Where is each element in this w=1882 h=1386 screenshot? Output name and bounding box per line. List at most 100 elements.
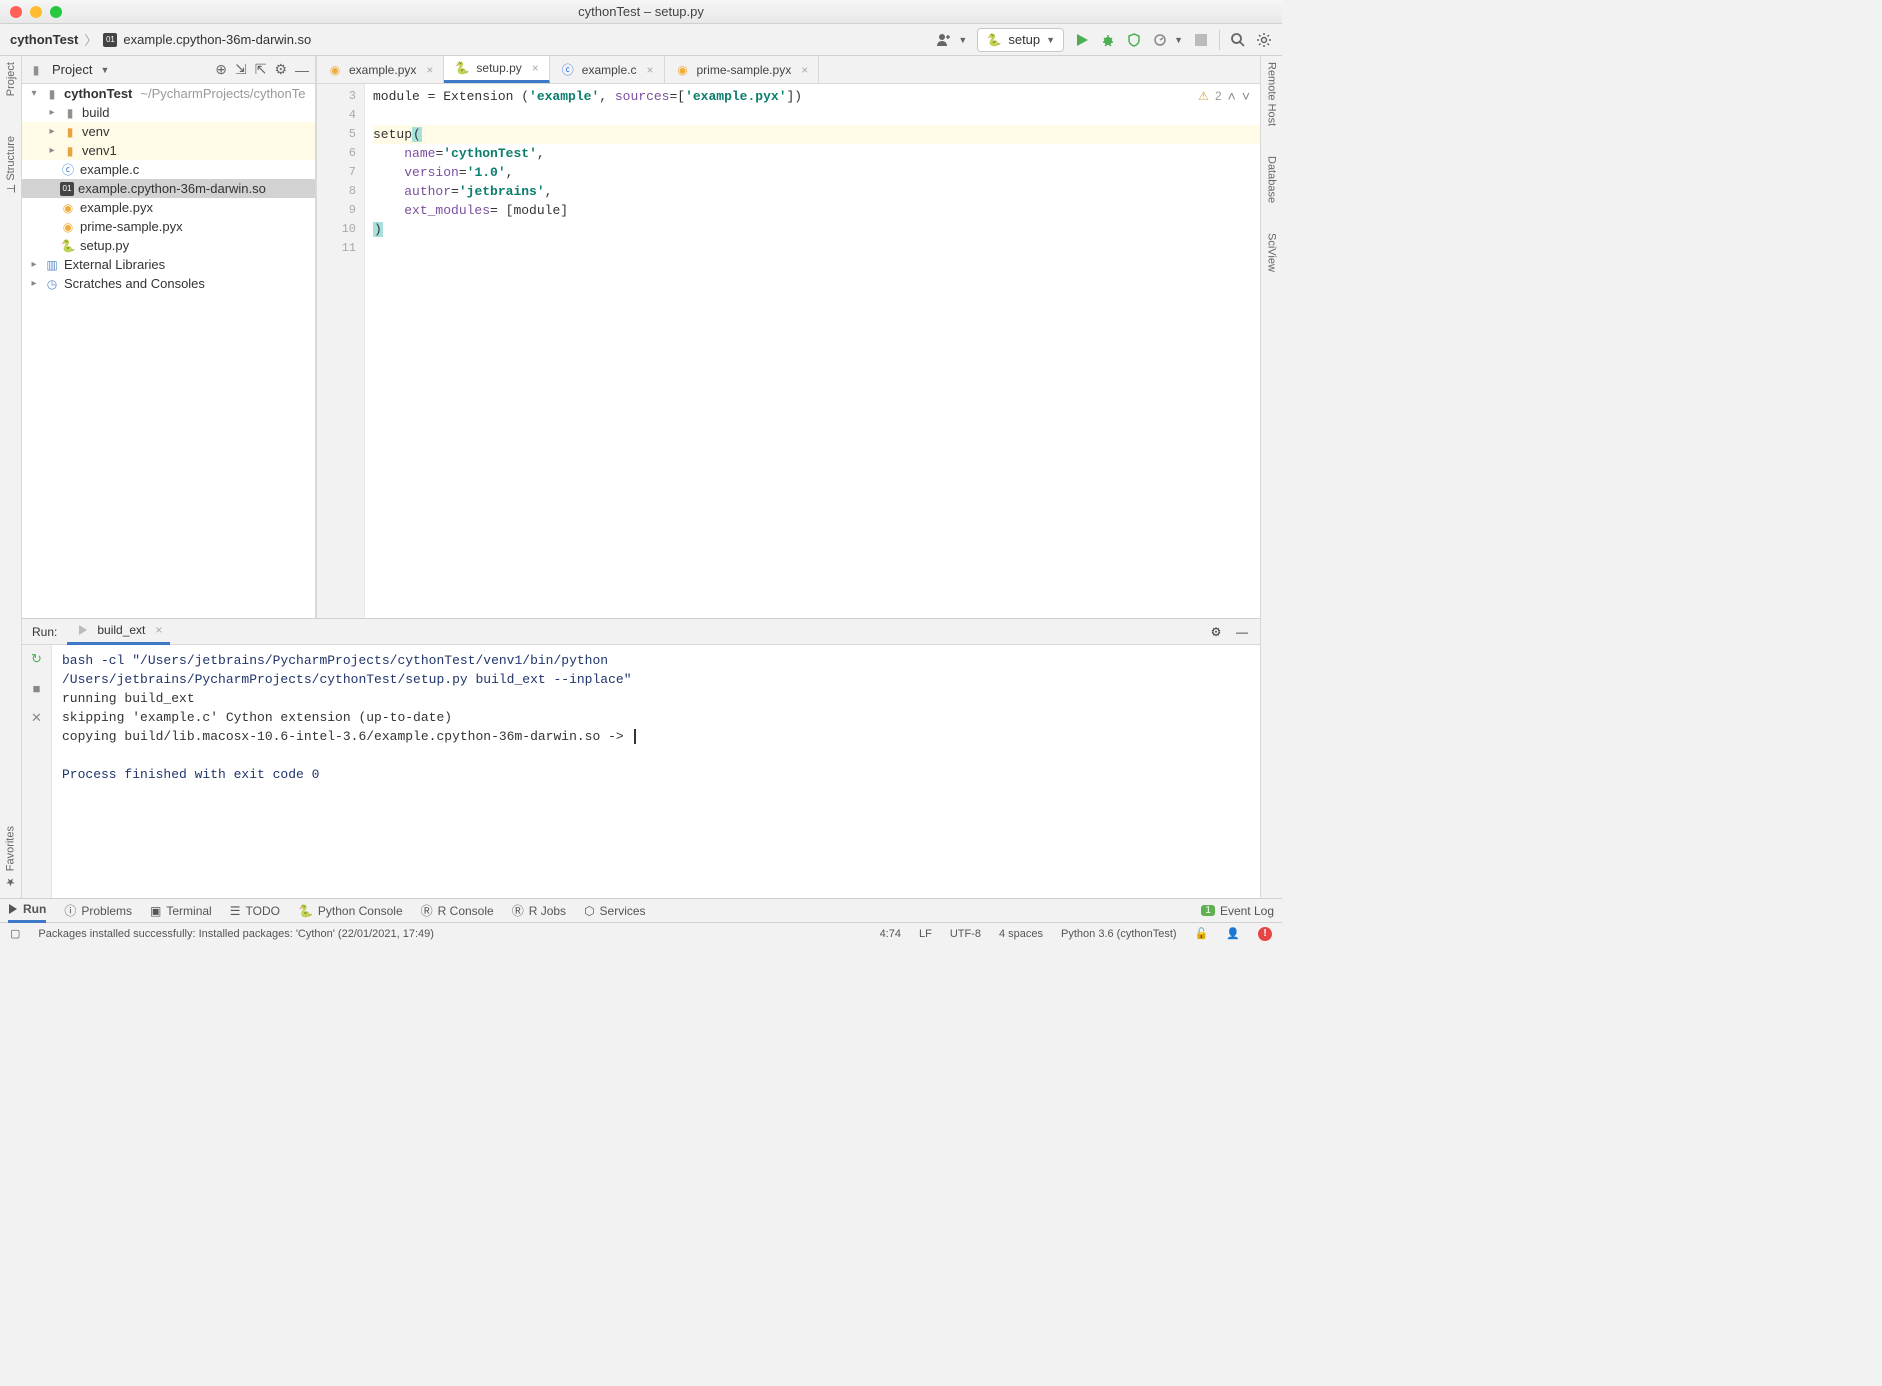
chevron-up-icon[interactable]: ˄ — [1228, 88, 1236, 104]
bottom-run-button[interactable]: Run — [8, 899, 46, 923]
indent-config[interactable]: 4 spaces — [999, 928, 1043, 940]
editor-inspection-badges[interactable]: ⚠ 2 ˄ ˅ — [1198, 88, 1250, 104]
minimize-window-button[interactable] — [30, 6, 42, 18]
chevron-down-icon[interactable]: ▼ — [1174, 35, 1183, 45]
tree-item-setup-py[interactable]: 🐍 setup.py — [22, 236, 315, 255]
close-button[interactable]: ✕ — [31, 710, 42, 726]
stop-button[interactable]: ■ — [33, 681, 41, 696]
run-configuration-selector[interactable]: 🐍 setup ▼ — [977, 28, 1064, 52]
tree-twisty-icon[interactable]: ▸ — [46, 126, 58, 137]
stop-button[interactable] — [1193, 32, 1209, 48]
error-indicator[interactable]: ! — [1258, 927, 1272, 941]
close-tab-icon[interactable]: × — [426, 63, 433, 77]
run-button[interactable] — [1074, 32, 1090, 48]
bottom-item-label: Run — [23, 902, 46, 916]
tree-item-venv[interactable]: ▸ ▮ venv — [22, 122, 315, 141]
event-log-button[interactable]: 1 Event Log — [1201, 904, 1274, 918]
tree-item-prime-sample-pyx[interactable]: ◉ prime-sample.pyx — [22, 217, 315, 236]
bottom-python-console-button[interactable]: 🐍 Python Console — [298, 904, 403, 918]
tree-item-label: build — [82, 105, 109, 120]
bottom-r-jobs-button[interactable]: Ⓡ R Jobs — [512, 902, 566, 919]
tree-twisty-icon[interactable]: ▸ — [46, 145, 58, 156]
tab-example-pyx[interactable]: ◉ example.pyx × — [317, 56, 444, 83]
tab-example-c[interactable]: ⓒ example.c × — [550, 56, 665, 83]
remote-host-tool-button[interactable]: Remote Host — [1266, 62, 1278, 126]
run-config-label: setup — [1008, 32, 1040, 47]
editor[interactable]: 3 4 5 6 7 8 9 10 11 module = Extension (… — [317, 84, 1260, 618]
tree-item-scratches[interactable]: ▸ ◷ Scratches and Consoles — [22, 274, 315, 293]
favorites-tool-button[interactable]: ★Favorites — [4, 826, 17, 888]
run-label: Run: — [32, 625, 57, 639]
warning-icon[interactable]: ⚠ — [1198, 89, 1209, 103]
coverage-button[interactable] — [1126, 32, 1142, 48]
gear-icon[interactable]: ⚙ — [1208, 624, 1224, 640]
tree-twisty-icon[interactable]: ▸ — [46, 107, 58, 118]
tree-item-example-pyx[interactable]: ◉ example.pyx — [22, 198, 315, 217]
breadcrumb[interactable]: cythonTest 〉 01 example.cpython-36m-darw… — [10, 30, 311, 49]
bottom-terminal-button[interactable]: ▣ Terminal — [150, 904, 212, 918]
sciview-tool-button[interactable]: SciView — [1266, 233, 1278, 272]
tree-twisty-icon[interactable]: ▸ — [28, 259, 40, 270]
structure-tool-button[interactable]: ⟂Structure — [4, 136, 18, 193]
tree-item-example-c[interactable]: ⓒ example.c — [22, 160, 315, 179]
tree-root[interactable]: ▾ ▮ cythonTest ~/PycharmProjects/cythonT… — [22, 84, 315, 103]
bottom-r-console-button[interactable]: Ⓡ R Console — [421, 902, 494, 919]
line-separator[interactable]: LF — [919, 928, 932, 940]
interpreter-label[interactable]: Python 3.6 (cythonTest) — [1061, 928, 1177, 940]
close-tab-icon[interactable]: × — [801, 63, 808, 77]
run-tab-label: build_ext — [97, 623, 145, 637]
add-user-icon[interactable] — [936, 32, 952, 48]
tab-prime-sample-pyx[interactable]: ◉ prime-sample.pyx × — [665, 56, 820, 83]
bottom-todo-button[interactable]: ☰ TODO — [230, 904, 280, 918]
cursor-position[interactable]: 4:74 — [880, 928, 901, 940]
bottom-problems-button[interactable]: ⓘ Problems — [64, 902, 132, 919]
code-line: author='jetbrains', — [373, 182, 1260, 201]
lock-icon[interactable]: 🔓 — [1195, 927, 1209, 940]
settings-button[interactable] — [1256, 32, 1272, 48]
run-tool-header: Run: build_ext × ⚙ — — [22, 619, 1260, 645]
chevron-down-icon[interactable]: ▼ — [100, 65, 109, 75]
chevron-down-icon[interactable]: ▼ — [958, 35, 967, 45]
rerun-button[interactable]: ↻ — [31, 651, 42, 667]
play-icon — [75, 622, 91, 638]
debug-button[interactable] — [1100, 32, 1116, 48]
close-tab-icon[interactable]: × — [155, 623, 162, 637]
tree-item-external-libraries[interactable]: ▸ ▥ External Libraries — [22, 255, 315, 274]
close-tab-icon[interactable]: × — [532, 61, 539, 75]
tree-item-label: venv — [82, 124, 109, 139]
hex-icon: ⬡ — [584, 904, 594, 918]
tree-twisty-icon[interactable]: ▸ — [28, 278, 40, 289]
python-file-icon: 🐍 — [60, 238, 76, 254]
man-icon[interactable]: 👤 — [1226, 927, 1240, 940]
tree-item-label: example.pyx — [80, 200, 153, 215]
tree-item-venv1[interactable]: ▸ ▮ venv1 — [22, 141, 315, 160]
close-window-button[interactable] — [10, 6, 22, 18]
bottom-services-button[interactable]: ⬡ Services — [584, 904, 646, 918]
collapse-all-icon[interactable]: ⇱ — [255, 61, 267, 78]
database-tool-button[interactable]: Database — [1266, 156, 1278, 203]
tree-item-build[interactable]: ▸ ▮ build — [22, 103, 315, 122]
tab-setup-py[interactable]: 🐍 setup.py × — [444, 56, 549, 83]
tool-window-toggle-icon[interactable]: ▢ — [10, 927, 20, 940]
file-encoding[interactable]: UTF-8 — [950, 928, 981, 940]
expand-all-icon[interactable]: ⇲ — [235, 61, 247, 78]
chevron-down-icon[interactable]: ˅ — [1242, 88, 1250, 104]
project-tool-button[interactable]: Project — [5, 62, 17, 96]
editor-content[interactable]: module = Extension ('example', sources=[… — [365, 84, 1260, 618]
project-tree[interactable]: ▾ ▮ cythonTest ~/PycharmProjects/cythonT… — [22, 84, 315, 618]
hide-panel-icon[interactable]: — — [1234, 624, 1250, 640]
hide-panel-icon[interactable]: — — [295, 62, 309, 78]
editor-area: ◉ example.pyx × 🐍 setup.py × ⓒ example.c… — [316, 56, 1260, 618]
close-tab-icon[interactable]: × — [646, 63, 653, 77]
maximize-window-button[interactable] — [50, 6, 62, 18]
run-output[interactable]: bash -cl "/Users/jetbrains/PycharmProjec… — [52, 645, 1260, 898]
profile-button[interactable] — [1152, 32, 1168, 48]
tree-item-binary-so[interactable]: 01 example.cpython-36m-darwin.so — [22, 179, 315, 198]
locate-icon[interactable]: ⊕ — [215, 61, 227, 78]
breadcrumb-file[interactable]: example.cpython-36m-darwin.so — [123, 32, 311, 47]
breadcrumb-root[interactable]: cythonTest — [10, 32, 78, 47]
run-tab-build-ext[interactable]: build_ext × — [67, 619, 170, 645]
search-button[interactable] — [1230, 32, 1246, 48]
tree-twisty-icon[interactable]: ▾ — [28, 88, 40, 99]
gear-icon[interactable]: ⚙ — [274, 61, 287, 78]
